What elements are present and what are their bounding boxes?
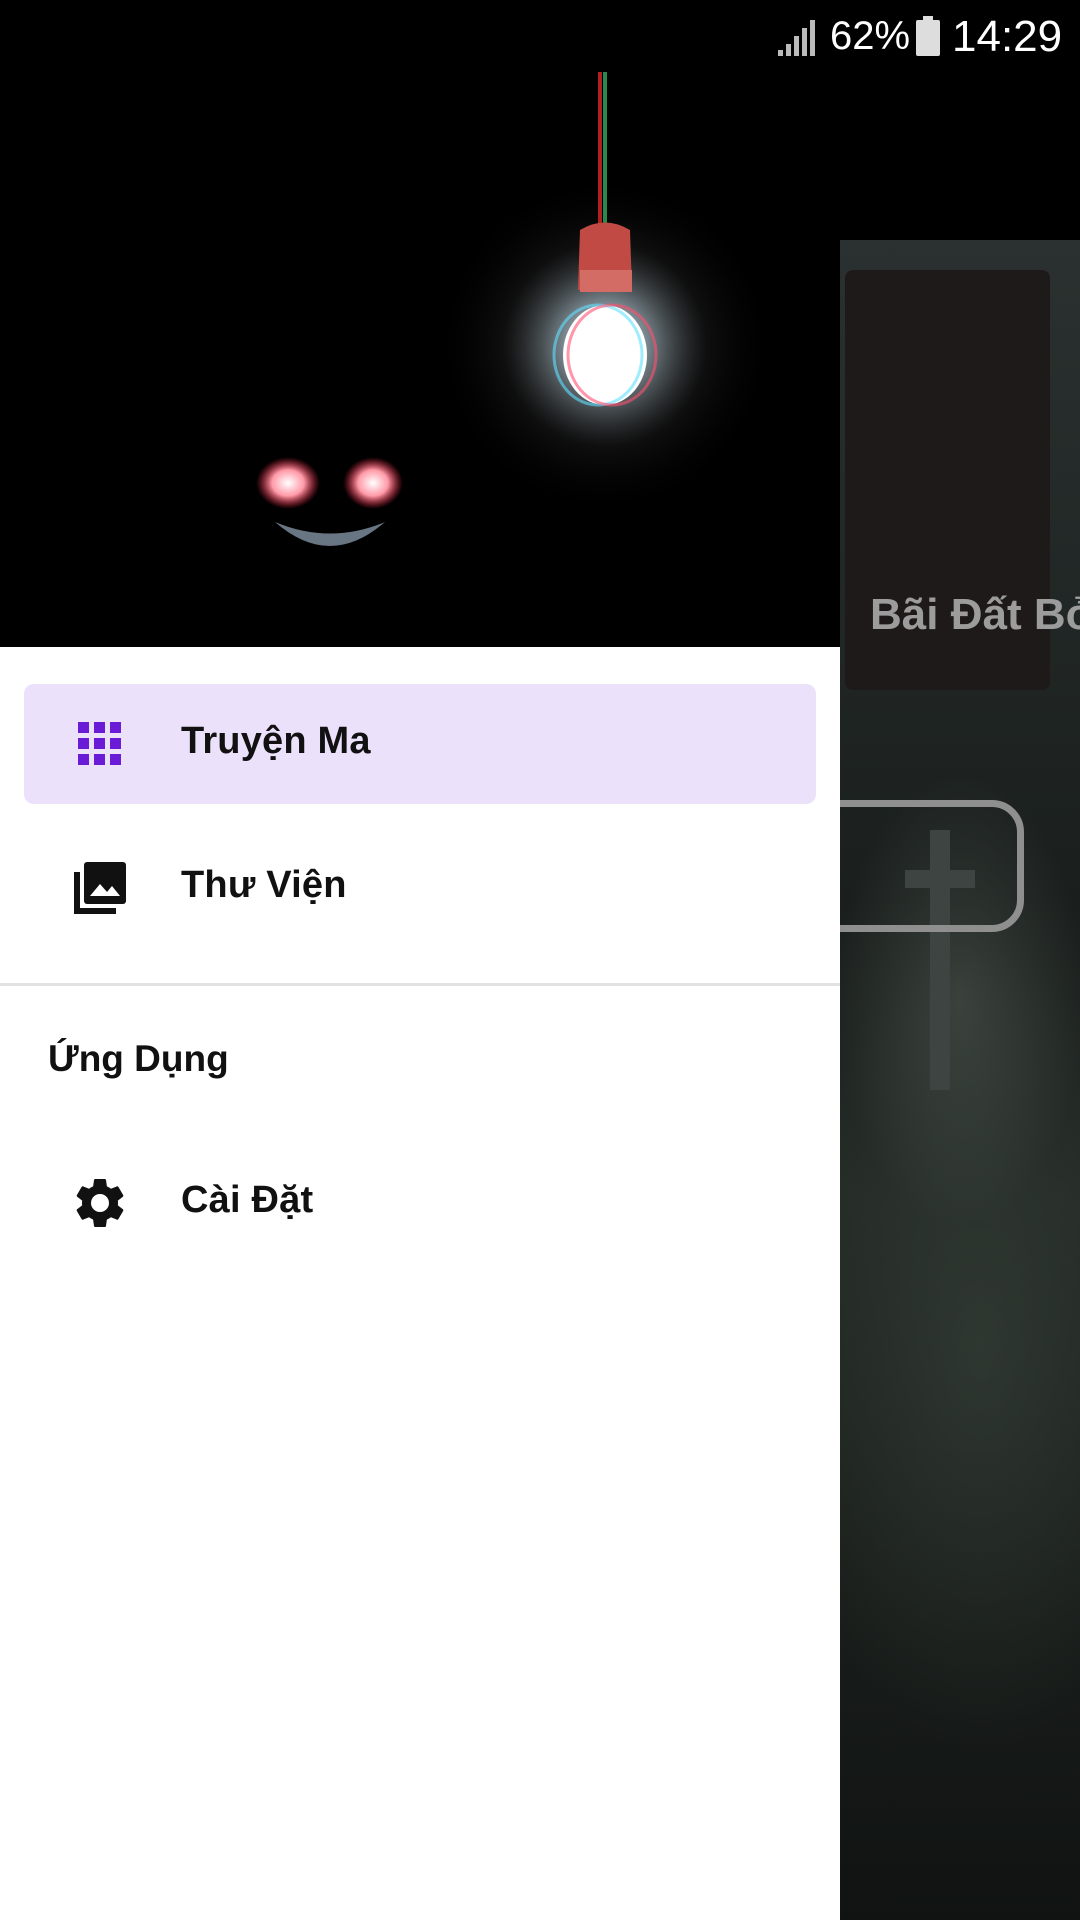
navigation-drawer: Truyện Ma Thư Viện Ứng Dụng Cài Đặt xyxy=(0,0,840,1920)
battery-percent: 62% xyxy=(830,14,911,58)
nav-item-label: Cài Đặt xyxy=(181,1179,314,1221)
nav-item-label: Thư Viện xyxy=(181,864,347,906)
horror-lightbulb-art xyxy=(256,72,775,546)
divider xyxy=(0,983,840,986)
battery-icon xyxy=(916,16,940,56)
signal-icon xyxy=(778,20,815,56)
drawer-header-image xyxy=(0,0,840,647)
nav-item-label: Truyện Ma xyxy=(181,720,371,762)
gear-icon xyxy=(76,1178,124,1227)
clock: 14:29 xyxy=(952,12,1063,61)
nav-item-thu-vien[interactable]: Thư Viện xyxy=(24,828,816,948)
photo-library-icon xyxy=(74,862,126,914)
nav-item-truyen-ma[interactable]: Truyện Ma xyxy=(24,684,816,804)
status-bar: 62% 14:29 xyxy=(0,0,1080,74)
section-header: Ứng Dụng xyxy=(48,1038,229,1079)
grid-icon xyxy=(78,722,121,765)
story-card-title: Bãi Đất Bỏ xyxy=(870,590,1080,639)
nav-item-cai-dat[interactable]: Cài Đặt xyxy=(24,1143,816,1263)
